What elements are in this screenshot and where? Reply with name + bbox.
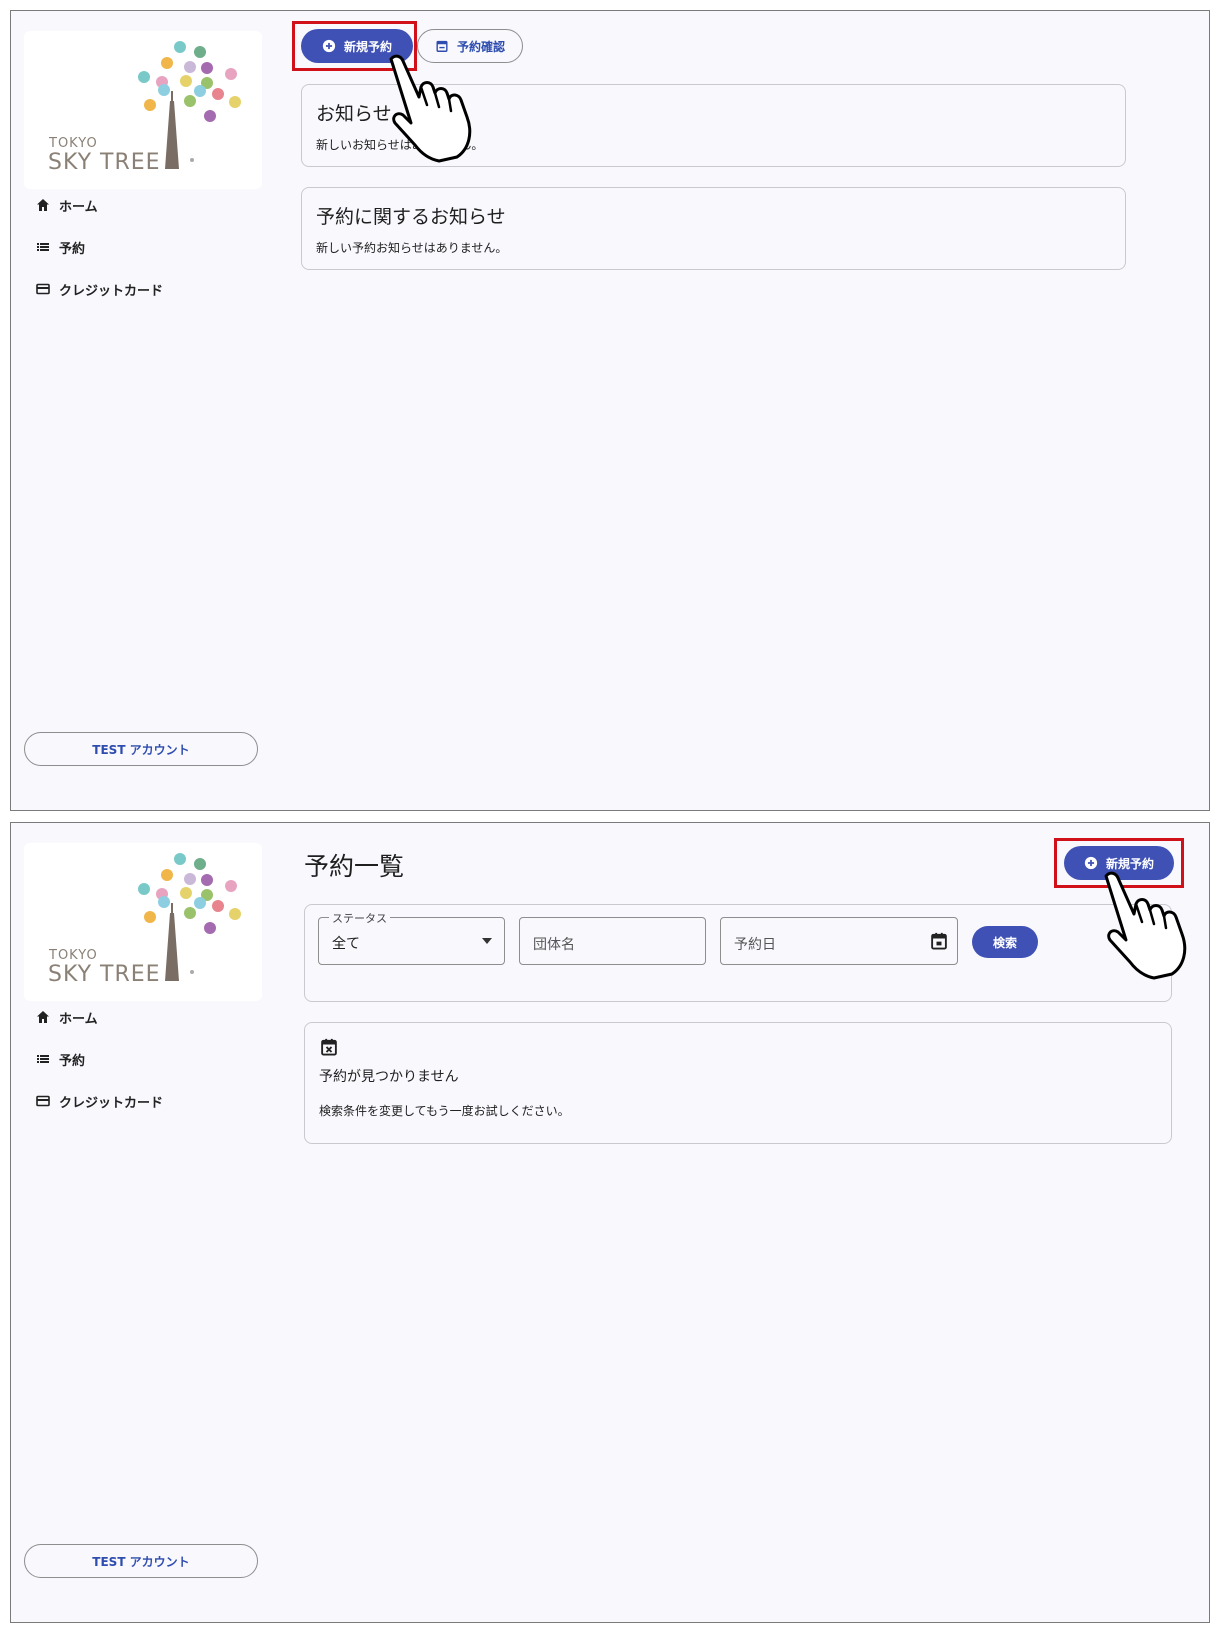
- sidebar-nav: ホーム 予約 クレジットカード: [35, 184, 163, 310]
- sidebar-item-credit-card[interactable]: クレジットカード: [35, 1080, 163, 1122]
- sidebar-item-label: クレジットカード: [59, 1095, 164, 1111]
- sidebar-item-label: ホーム: [59, 199, 98, 215]
- empty-results-title: 予約が見つかりません: [319, 1069, 459, 1085]
- group-name-placeholder: 団体名: [533, 937, 575, 953]
- page-title: 予約一覧: [304, 852, 405, 881]
- sidebar-item-reservations[interactable]: 予約: [35, 1038, 163, 1080]
- reservation-notice-card: 予約に関するお知らせ 新しい予約お知らせはありません。: [301, 187, 1126, 270]
- confirm-reservation-label: 予約確認: [456, 39, 505, 54]
- status-select[interactable]: ステータス 全て: [318, 910, 505, 965]
- logo-text-tokyo: TOKYO: [49, 948, 98, 963]
- dropdown-arrow-icon: [482, 938, 492, 944]
- logo-text-tokyo: TOKYO: [49, 136, 98, 151]
- pointing-hand-icon: [389, 54, 472, 163]
- credit-card-icon: [36, 283, 50, 295]
- group-name-input[interactable]: 団体名: [519, 917, 706, 965]
- home-icon: [37, 1011, 49, 1023]
- pointing-hand-icon: [1104, 871, 1187, 980]
- status-label: ステータス: [329, 910, 390, 926]
- tokyo-skytree-logo: TOKYO SKY TREE: [24, 31, 262, 189]
- reservation-notice-body: 新しい予約お知らせはありません。: [316, 241, 508, 255]
- status-value: 全て: [332, 936, 360, 952]
- empty-results-message: 検索条件を変更してもう一度お試しください。: [319, 1104, 570, 1118]
- calendar-icon: [436, 40, 448, 52]
- sidebar-item-label: クレジットカード: [59, 283, 164, 299]
- list-icon: [37, 243, 49, 251]
- sidebar-item-label: ホーム: [59, 1011, 98, 1027]
- credit-card-icon: [36, 1095, 50, 1107]
- screenshot-reservation-list: TOKYO SKY TREE ホーム 予約 クレジットカード TEST アカウン…: [10, 822, 1210, 1623]
- sidebar-item-label: 予約: [59, 241, 86, 257]
- screenshot-home: TOKYO SKY TREE ホーム 予約 クレジットカード TEST アカウン…: [10, 10, 1210, 811]
- search-button[interactable]: 検索: [972, 926, 1038, 958]
- reservation-date-placeholder: 予約日: [734, 937, 776, 953]
- sidebar-item-home[interactable]: ホーム: [35, 184, 163, 226]
- reservation-notice-title: 予約に関するお知らせ: [316, 206, 506, 228]
- empty-results-card: 予約が見つかりません 検索条件を変更してもう一度お試しください。: [304, 1022, 1172, 1144]
- sidebar-item-reservations[interactable]: 予約: [35, 226, 163, 268]
- sidebar-nav: ホーム 予約 クレジットカード: [35, 996, 163, 1122]
- account-button[interactable]: TEST アカウント: [24, 1544, 258, 1578]
- home-icon: [37, 199, 49, 211]
- reservation-date-input[interactable]: 予約日: [720, 917, 958, 965]
- calendar-icon[interactable]: [929, 931, 949, 951]
- list-icon: [37, 1055, 49, 1063]
- sidebar-item-home[interactable]: ホーム: [35, 996, 163, 1038]
- logo-text-skytree: SKY TREE: [48, 150, 161, 175]
- sidebar-item-credit-card[interactable]: クレジットカード: [35, 268, 163, 310]
- logo-text-skytree: SKY TREE: [48, 962, 161, 987]
- account-button[interactable]: TEST アカウント: [24, 732, 258, 766]
- calendar-x-icon: [321, 1038, 337, 1056]
- tokyo-skytree-logo: TOKYO SKY TREE: [24, 843, 262, 1001]
- sidebar-item-label: 予約: [59, 1053, 86, 1069]
